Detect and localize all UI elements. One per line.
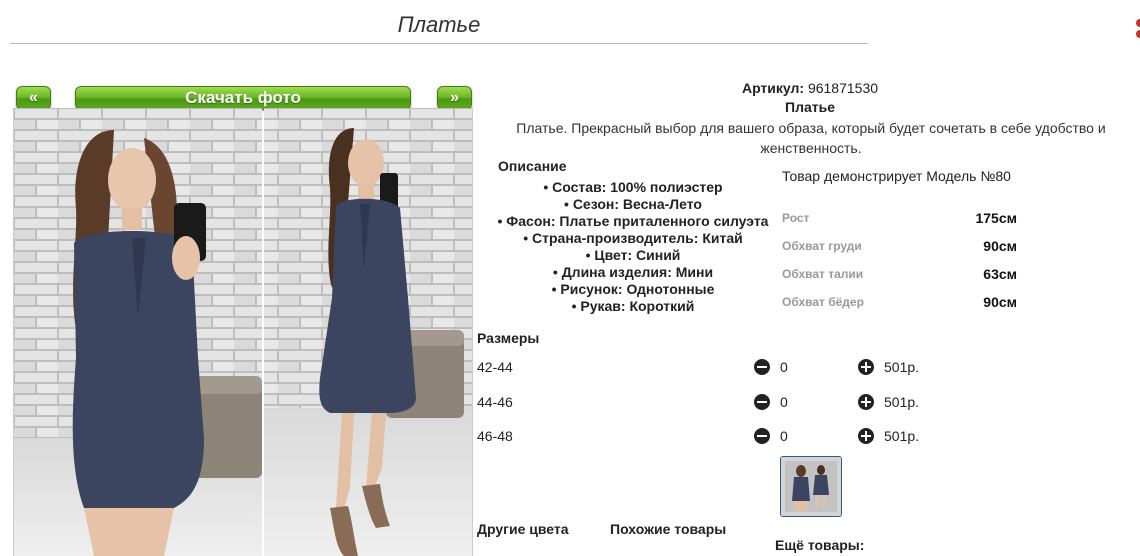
measure-label-bust: Обхват груди	[782, 239, 862, 253]
minus-icon[interactable]	[754, 359, 770, 375]
price: 501р.	[884, 394, 920, 410]
plus-icon[interactable]	[858, 394, 874, 410]
spec-item: • Страна-производитель: Китай	[523, 230, 743, 246]
product-name: Платье	[785, 99, 835, 115]
product-photo[interactable]	[13, 108, 473, 556]
more-items-heading: Ещё товары:	[775, 537, 865, 553]
plus-icon[interactable]	[858, 428, 874, 444]
size-label: 44-46	[477, 394, 513, 410]
measure-value-bust: 90см	[983, 238, 1017, 254]
quantity-value: 0	[780, 359, 788, 375]
title-divider	[10, 43, 868, 44]
minus-icon[interactable]	[754, 428, 770, 444]
specs-list: • Состав: 100% полиэстер • Сезон: Весна-…	[488, 179, 778, 315]
spec-item: • Состав: 100% полиэстер	[543, 179, 723, 195]
photo-thumbnail[interactable]	[780, 456, 842, 517]
measure-value-hips: 90см	[983, 294, 1017, 310]
download-photo-button[interactable]: Скачать фото	[75, 86, 411, 110]
specs-heading: Описание	[498, 158, 567, 174]
article-value: 961871530	[807, 80, 879, 96]
size-row: 42-44 0 501р.	[477, 359, 957, 379]
measure-label-height: Рост	[782, 211, 810, 225]
spec-item: • Рисунок: Однотонные	[551, 281, 715, 297]
quantity-value: 0	[780, 394, 788, 410]
measure-label-hips: Обхват бёдер	[782, 295, 864, 309]
model-line: Товар демонстрирует Модель №80	[782, 168, 1011, 184]
minus-icon[interactable]	[754, 394, 770, 410]
article-label: Артикул:	[741, 80, 805, 96]
article-line: Артикул: 961871530	[480, 80, 1140, 96]
size-label: 46-48	[477, 428, 513, 444]
size-row: 44-46 0 501р.	[477, 394, 957, 414]
sizes-heading: Размеры	[477, 330, 540, 346]
next-photo-button[interactable]: »	[437, 86, 472, 110]
other-colors-heading: Другие цвета	[477, 521, 569, 537]
similar-items-heading: Похожие товары	[610, 521, 727, 537]
spec-item: • Длина изделия: Мини	[552, 264, 714, 280]
product-description: Платье. Прекрасный выбор для вашего обра…	[516, 120, 1106, 156]
spec-item: • Рукав: Короткий	[571, 298, 695, 314]
size-label: 42-44	[477, 359, 513, 375]
spec-item: • Цвет: Синий	[585, 247, 681, 263]
spec-item: • Фасон: Платье приталенного силуэта	[497, 213, 769, 229]
price: 501р.	[884, 359, 920, 375]
prev-photo-button[interactable]: «	[16, 86, 51, 110]
page-title: Платье	[397, 12, 481, 37]
quantity-value: 0	[780, 428, 788, 444]
measure-label-waist: Обхват талии	[782, 267, 864, 281]
corner-decoration	[1133, 18, 1140, 40]
measure-value-waist: 63см	[983, 266, 1017, 282]
size-row: 46-48 0 501р.	[477, 428, 957, 448]
plus-icon[interactable]	[858, 359, 874, 375]
price: 501р.	[884, 428, 920, 444]
measure-value-height: 175см	[975, 210, 1017, 226]
spec-item: • Сезон: Весна-Лето	[564, 196, 702, 212]
